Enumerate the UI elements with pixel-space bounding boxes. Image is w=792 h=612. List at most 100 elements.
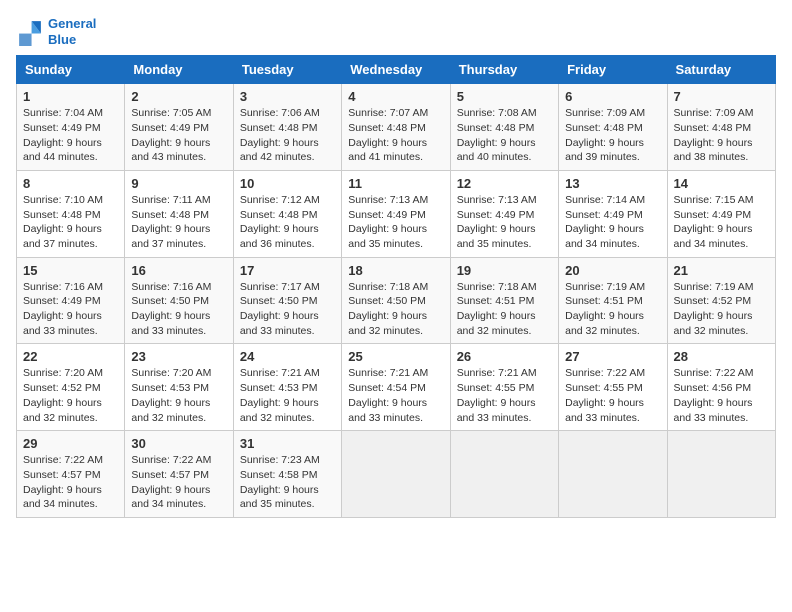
day-number: 16: [131, 263, 226, 278]
calendar-week-1: 1 Sunrise: 7:04 AM Sunset: 4:49 PM Dayli…: [17, 84, 776, 171]
day-number: 31: [240, 436, 335, 451]
calendar-cell: 10 Sunrise: 7:12 AM Sunset: 4:48 PM Dayl…: [233, 170, 341, 257]
day-info: Sunrise: 7:09 AM Sunset: 4:48 PM Dayligh…: [565, 106, 660, 165]
calendar-week-3: 15 Sunrise: 7:16 AM Sunset: 4:49 PM Dayl…: [17, 257, 776, 344]
day-info: Sunrise: 7:22 AM Sunset: 4:55 PM Dayligh…: [565, 366, 660, 425]
calendar-cell: 15 Sunrise: 7:16 AM Sunset: 4:49 PM Dayl…: [17, 257, 125, 344]
calendar-cell: 3 Sunrise: 7:06 AM Sunset: 4:48 PM Dayli…: [233, 84, 341, 171]
calendar-header-wednesday: Wednesday: [342, 56, 450, 84]
calendar-cell: 28 Sunrise: 7:22 AM Sunset: 4:56 PM Dayl…: [667, 344, 775, 431]
day-info: Sunrise: 7:22 AM Sunset: 4:57 PM Dayligh…: [23, 453, 118, 512]
day-number: 14: [674, 176, 769, 191]
day-number: 6: [565, 89, 660, 104]
day-info: Sunrise: 7:20 AM Sunset: 4:52 PM Dayligh…: [23, 366, 118, 425]
logo-text: General Blue: [48, 16, 96, 47]
day-number: 10: [240, 176, 335, 191]
calendar-header: SundayMondayTuesdayWednesdayThursdayFrid…: [17, 56, 776, 84]
day-info: Sunrise: 7:10 AM Sunset: 4:48 PM Dayligh…: [23, 193, 118, 252]
logo-icon: [16, 18, 44, 46]
day-number: 20: [565, 263, 660, 278]
calendar-cell: 13 Sunrise: 7:14 AM Sunset: 4:49 PM Dayl…: [559, 170, 667, 257]
calendar-week-2: 8 Sunrise: 7:10 AM Sunset: 4:48 PM Dayli…: [17, 170, 776, 257]
calendar-cell: 16 Sunrise: 7:16 AM Sunset: 4:50 PM Dayl…: [125, 257, 233, 344]
calendar-header-thursday: Thursday: [450, 56, 558, 84]
calendar-cell: 21 Sunrise: 7:19 AM Sunset: 4:52 PM Dayl…: [667, 257, 775, 344]
calendar-cell: 2 Sunrise: 7:05 AM Sunset: 4:49 PM Dayli…: [125, 84, 233, 171]
day-number: 28: [674, 349, 769, 364]
calendar-cell: 5 Sunrise: 7:08 AM Sunset: 4:48 PM Dayli…: [450, 84, 558, 171]
day-number: 12: [457, 176, 552, 191]
day-number: 15: [23, 263, 118, 278]
day-number: 1: [23, 89, 118, 104]
calendar-cell: [450, 431, 558, 518]
day-number: 24: [240, 349, 335, 364]
calendar-header-friday: Friday: [559, 56, 667, 84]
day-number: 21: [674, 263, 769, 278]
day-info: Sunrise: 7:22 AM Sunset: 4:56 PM Dayligh…: [674, 366, 769, 425]
day-number: 19: [457, 263, 552, 278]
day-info: Sunrise: 7:13 AM Sunset: 4:49 PM Dayligh…: [348, 193, 443, 252]
logo: General Blue: [16, 16, 96, 47]
day-number: 5: [457, 89, 552, 104]
day-info: Sunrise: 7:08 AM Sunset: 4:48 PM Dayligh…: [457, 106, 552, 165]
calendar-cell: 11 Sunrise: 7:13 AM Sunset: 4:49 PM Dayl…: [342, 170, 450, 257]
day-number: 7: [674, 89, 769, 104]
calendar-cell: 7 Sunrise: 7:09 AM Sunset: 4:48 PM Dayli…: [667, 84, 775, 171]
day-number: 11: [348, 176, 443, 191]
calendar-cell: 18 Sunrise: 7:18 AM Sunset: 4:50 PM Dayl…: [342, 257, 450, 344]
calendar-cell: [667, 431, 775, 518]
day-info: Sunrise: 7:18 AM Sunset: 4:50 PM Dayligh…: [348, 280, 443, 339]
calendar-cell: 31 Sunrise: 7:23 AM Sunset: 4:58 PM Dayl…: [233, 431, 341, 518]
day-info: Sunrise: 7:17 AM Sunset: 4:50 PM Dayligh…: [240, 280, 335, 339]
day-number: 25: [348, 349, 443, 364]
day-number: 8: [23, 176, 118, 191]
calendar-cell: 29 Sunrise: 7:22 AM Sunset: 4:57 PM Dayl…: [17, 431, 125, 518]
calendar-cell: 17 Sunrise: 7:17 AM Sunset: 4:50 PM Dayl…: [233, 257, 341, 344]
day-number: 9: [131, 176, 226, 191]
page-header: General Blue: [16, 16, 776, 47]
day-info: Sunrise: 7:07 AM Sunset: 4:48 PM Dayligh…: [348, 106, 443, 165]
day-info: Sunrise: 7:19 AM Sunset: 4:51 PM Dayligh…: [565, 280, 660, 339]
day-number: 30: [131, 436, 226, 451]
calendar-cell: 23 Sunrise: 7:20 AM Sunset: 4:53 PM Dayl…: [125, 344, 233, 431]
calendar-cell: 6 Sunrise: 7:09 AM Sunset: 4:48 PM Dayli…: [559, 84, 667, 171]
calendar-cell: 30 Sunrise: 7:22 AM Sunset: 4:57 PM Dayl…: [125, 431, 233, 518]
calendar-cell: 19 Sunrise: 7:18 AM Sunset: 4:51 PM Dayl…: [450, 257, 558, 344]
calendar-header-monday: Monday: [125, 56, 233, 84]
calendar-cell: 27 Sunrise: 7:22 AM Sunset: 4:55 PM Dayl…: [559, 344, 667, 431]
calendar-cell: 8 Sunrise: 7:10 AM Sunset: 4:48 PM Dayli…: [17, 170, 125, 257]
day-info: Sunrise: 7:09 AM Sunset: 4:48 PM Dayligh…: [674, 106, 769, 165]
day-info: Sunrise: 7:20 AM Sunset: 4:53 PM Dayligh…: [131, 366, 226, 425]
calendar-week-5: 29 Sunrise: 7:22 AM Sunset: 4:57 PM Dayl…: [17, 431, 776, 518]
calendar-header-tuesday: Tuesday: [233, 56, 341, 84]
day-info: Sunrise: 7:16 AM Sunset: 4:49 PM Dayligh…: [23, 280, 118, 339]
day-number: 4: [348, 89, 443, 104]
day-info: Sunrise: 7:15 AM Sunset: 4:49 PM Dayligh…: [674, 193, 769, 252]
day-info: Sunrise: 7:05 AM Sunset: 4:49 PM Dayligh…: [131, 106, 226, 165]
day-info: Sunrise: 7:14 AM Sunset: 4:49 PM Dayligh…: [565, 193, 660, 252]
day-info: Sunrise: 7:04 AM Sunset: 4:49 PM Dayligh…: [23, 106, 118, 165]
day-number: 26: [457, 349, 552, 364]
day-number: 27: [565, 349, 660, 364]
calendar-cell: 22 Sunrise: 7:20 AM Sunset: 4:52 PM Dayl…: [17, 344, 125, 431]
day-info: Sunrise: 7:21 AM Sunset: 4:55 PM Dayligh…: [457, 366, 552, 425]
day-number: 23: [131, 349, 226, 364]
day-info: Sunrise: 7:21 AM Sunset: 4:54 PM Dayligh…: [348, 366, 443, 425]
calendar-table: SundayMondayTuesdayWednesdayThursdayFrid…: [16, 55, 776, 518]
calendar-cell: 25 Sunrise: 7:21 AM Sunset: 4:54 PM Dayl…: [342, 344, 450, 431]
day-info: Sunrise: 7:18 AM Sunset: 4:51 PM Dayligh…: [457, 280, 552, 339]
day-info: Sunrise: 7:06 AM Sunset: 4:48 PM Dayligh…: [240, 106, 335, 165]
day-number: 17: [240, 263, 335, 278]
calendar-cell: [559, 431, 667, 518]
day-number: 18: [348, 263, 443, 278]
calendar-week-4: 22 Sunrise: 7:20 AM Sunset: 4:52 PM Dayl…: [17, 344, 776, 431]
day-info: Sunrise: 7:19 AM Sunset: 4:52 PM Dayligh…: [674, 280, 769, 339]
day-info: Sunrise: 7:13 AM Sunset: 4:49 PM Dayligh…: [457, 193, 552, 252]
calendar-cell: 9 Sunrise: 7:11 AM Sunset: 4:48 PM Dayli…: [125, 170, 233, 257]
day-number: 2: [131, 89, 226, 104]
day-number: 13: [565, 176, 660, 191]
calendar-cell: 1 Sunrise: 7:04 AM Sunset: 4:49 PM Dayli…: [17, 84, 125, 171]
calendar-cell: 12 Sunrise: 7:13 AM Sunset: 4:49 PM Dayl…: [450, 170, 558, 257]
calendar-cell: 20 Sunrise: 7:19 AM Sunset: 4:51 PM Dayl…: [559, 257, 667, 344]
day-number: 29: [23, 436, 118, 451]
